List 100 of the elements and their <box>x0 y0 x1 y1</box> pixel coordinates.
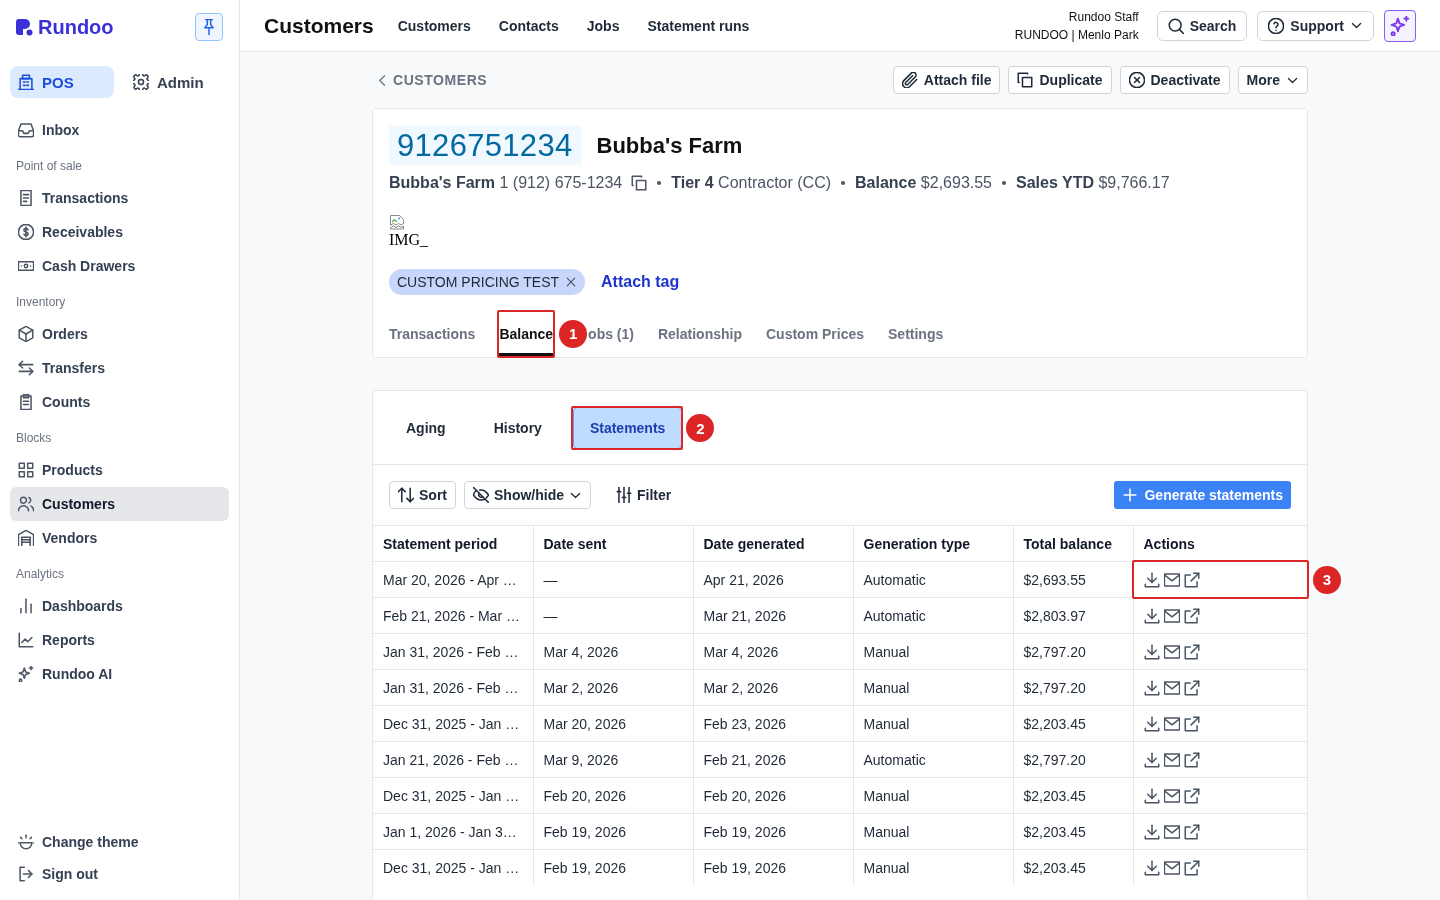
table-cell: Automatic <box>853 561 1013 598</box>
sidebar-item[interactable]: Sign out <box>10 858 229 890</box>
mail-icon[interactable] <box>1163 643 1180 660</box>
mail-icon[interactable] <box>1163 823 1180 840</box>
copy-icon[interactable] <box>631 175 648 191</box>
grid-icon <box>18 462 34 478</box>
sidebar-item[interactable]: Vendors <box>10 521 229 555</box>
table-cell: Manual <box>853 777 1013 814</box>
sidebar-item[interactable]: Reports <box>10 623 229 657</box>
mode-tab[interactable]: Admin <box>125 66 229 98</box>
menu-button[interactable]: More <box>1237 66 1308 94</box>
sidebar-item[interactable]: Receivables <box>10 215 229 249</box>
external-link-icon[interactable] <box>1183 715 1200 732</box>
download-icon[interactable] <box>1143 751 1160 768</box>
mail-icon[interactable] <box>1163 787 1180 804</box>
assistant-button[interactable] <box>1384 9 1416 42</box>
sort-icon <box>398 487 414 503</box>
clipboard-icon <box>18 394 34 410</box>
half-sun-icon <box>18 834 34 850</box>
table-cell: Automatic <box>853 741 1013 778</box>
sidebar-item[interactable]: Change theme <box>10 826 229 858</box>
sidebar-item[interactable]: Customers <box>10 487 229 521</box>
mail-icon[interactable] <box>1163 607 1180 624</box>
dropdown-button[interactable]: Show/hide <box>464 481 591 509</box>
external-link-icon[interactable] <box>1183 823 1200 840</box>
table-cell: — <box>533 597 693 634</box>
sidebar-item[interactable]: Dashboards <box>10 589 229 623</box>
table-cell: $2,693.55 <box>1013 561 1133 598</box>
tab[interactable]: Balance <box>499 310 554 357</box>
sub-tab[interactable]: Statements <box>572 407 683 449</box>
mail-icon[interactable] <box>1163 859 1180 876</box>
external-link-icon[interactable] <box>1183 643 1200 660</box>
table-cell: Mar 2, 2026 <box>693 669 853 706</box>
step-marker: 2 <box>686 414 715 442</box>
action-button[interactable]: Duplicate <box>1008 66 1112 94</box>
pin-button[interactable] <box>195 13 223 41</box>
sidebar-item[interactable]: Orders <box>10 317 229 351</box>
mode-tab[interactable]: POS <box>10 66 114 98</box>
nav-link[interactable]: Customers <box>397 17 471 34</box>
sidebar-item[interactable]: Products <box>10 453 229 487</box>
sidebar-item[interactable]: Rundoo AI <box>10 657 229 691</box>
section-heading: Point of sale <box>15 158 84 175</box>
download-icon[interactable] <box>1143 607 1160 624</box>
sidebar-item[interactable]: Transfers <box>10 351 229 385</box>
mail-icon[interactable] <box>1163 679 1180 696</box>
sidebar-item[interactable]: Cash Drawers <box>10 249 229 283</box>
download-icon[interactable] <box>1143 787 1160 804</box>
external-link-icon[interactable] <box>1183 571 1200 588</box>
external-link-icon[interactable] <box>1183 679 1200 696</box>
sidebar-item[interactable]: Transactions <box>10 181 229 215</box>
table-cell: $2,203.45 <box>1013 705 1133 742</box>
tab[interactable]: Settings <box>888 310 944 357</box>
tab[interactable]: Transactions <box>389 310 476 357</box>
nav-link[interactable]: Jobs <box>586 17 620 34</box>
tab[interactable]: obs (1) <box>588 310 634 357</box>
nav-link[interactable]: Statement runs <box>647 17 750 34</box>
toolbar-button[interactable]: Sort <box>389 481 456 509</box>
support-button[interactable]: Support <box>1257 10 1374 41</box>
sub-tab[interactable]: History <box>476 407 559 449</box>
download-icon[interactable] <box>1143 643 1160 660</box>
table-cell: $2,797.20 <box>1013 633 1133 670</box>
sub-tab[interactable]: Aging <box>389 407 463 449</box>
sparkles-icon <box>1390 15 1410 36</box>
action-button[interactable]: Deactivate <box>1119 66 1230 94</box>
download-icon[interactable] <box>1143 679 1160 696</box>
external-link-icon[interactable] <box>1183 787 1200 804</box>
mail-icon[interactable] <box>1163 751 1180 768</box>
table-cell: Dec 31, 2025 - Jan … <box>373 849 533 886</box>
tab[interactable]: Relationship <box>657 310 742 357</box>
logo-icon <box>16 18 33 36</box>
external-link-icon[interactable] <box>1183 859 1200 876</box>
x-circle-icon <box>1128 72 1145 88</box>
breadcrumb-link[interactable]: CUSTOMERS <box>372 72 488 88</box>
download-icon[interactable] <box>1143 715 1160 732</box>
table-cell: Dec 31, 2025 - Jan … <box>373 777 533 814</box>
download-icon[interactable] <box>1143 859 1160 876</box>
mail-icon[interactable] <box>1163 571 1180 588</box>
dollar-coin-icon <box>18 224 34 240</box>
table-cell: Feb 19, 2026 <box>693 849 853 886</box>
table-cell: $2,803.97 <box>1013 597 1133 634</box>
warehouse-icon <box>18 530 34 546</box>
nav-link[interactable]: Contacts <box>498 17 559 34</box>
remove-icon[interactable] <box>565 276 578 288</box>
download-icon[interactable] <box>1143 571 1160 588</box>
attach-tag-link[interactable]: Attach tag <box>601 273 680 291</box>
column-header: Total balance <box>1013 525 1133 562</box>
toolbar-button[interactable]: Filter <box>607 481 681 509</box>
generate-statements-button[interactable]: Generate statements <box>1114 481 1291 509</box>
mail-icon[interactable] <box>1163 715 1180 732</box>
external-link-icon[interactable] <box>1183 751 1200 768</box>
image-alt-text: IMG_ <box>389 230 429 250</box>
sidebar-item[interactable]: Inbox <box>10 113 229 147</box>
external-link-icon[interactable] <box>1183 607 1200 624</box>
line-chart-icon <box>18 632 34 648</box>
download-icon[interactable] <box>1143 823 1160 840</box>
tab[interactable]: Custom Prices <box>766 310 865 357</box>
column-header: Actions <box>1133 525 1307 562</box>
search-button[interactable]: Search <box>1156 10 1248 41</box>
action-button[interactable]: Attach file <box>892 66 1001 94</box>
sidebar-item[interactable]: Counts <box>10 385 229 419</box>
